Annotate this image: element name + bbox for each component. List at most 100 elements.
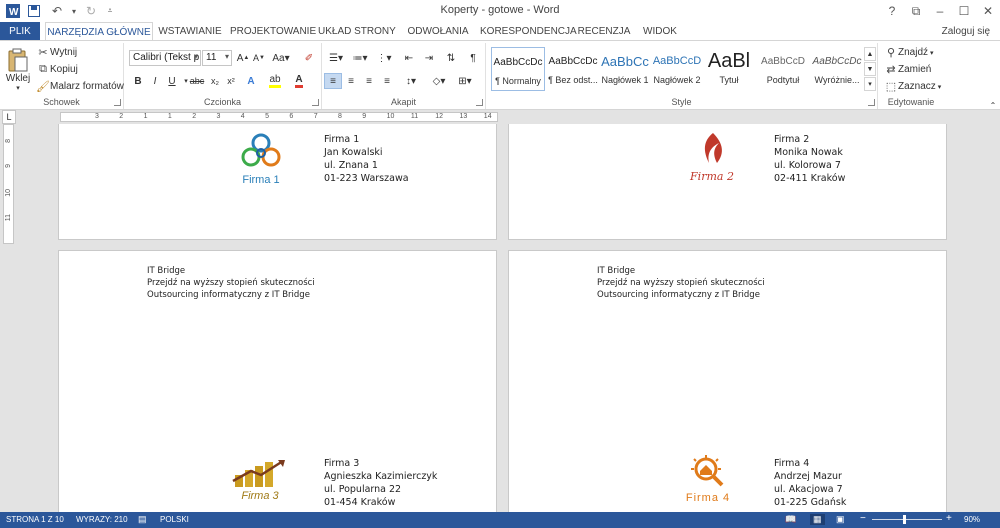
zoom-slider[interactable] bbox=[872, 519, 942, 520]
brush-icon: 🖌 bbox=[36, 81, 50, 93]
style-emphasis[interactable]: AaBbCcDc Wyróżnie... bbox=[810, 47, 864, 91]
font-size-value: 11 bbox=[206, 52, 217, 63]
font-size-combo[interactable]: 11 ▾ bbox=[202, 50, 232, 66]
shading-icon[interactable]: ◇▾ bbox=[428, 73, 450, 89]
clear-formatting-icon[interactable]: ✐ bbox=[300, 50, 318, 66]
recipient-name: Monika Nowak bbox=[774, 147, 843, 158]
copy-label: Kopiuj bbox=[50, 64, 78, 75]
sender-company: IT Bridge bbox=[147, 266, 186, 276]
tab-mailings[interactable]: KORESPONDENCJA bbox=[480, 22, 577, 41]
language-indicator[interactable]: POLSKI bbox=[160, 515, 189, 524]
multilevel-list-icon[interactable]: ⋮▾ bbox=[374, 50, 394, 66]
zoom-slider-thumb[interactable] bbox=[902, 515, 906, 524]
bold-icon[interactable]: B bbox=[129, 73, 147, 89]
style-name: Nagłówek 1 bbox=[601, 75, 649, 85]
vertical-ruler-mark: 8 bbox=[5, 139, 12, 143]
envelope-3[interactable]: IT Bridge Przejdź na wyższy stopień skut… bbox=[58, 250, 497, 512]
vertical-ruler[interactable]: 8 9 10 11 bbox=[3, 124, 14, 244]
line-spacing-icon[interactable]: ↕▾ bbox=[400, 73, 422, 89]
print-layout-icon[interactable]: ▦ bbox=[810, 514, 825, 525]
recipient-name: Agnieszka Kazimierczyk bbox=[324, 471, 438, 482]
style-preview: AaBbCcD bbox=[761, 55, 805, 67]
recipient-city: 01-223 Warszawa bbox=[324, 173, 409, 184]
cut-button[interactable]: ✂ Wytnij bbox=[36, 46, 77, 59]
zoom-in-icon[interactable]: + bbox=[946, 513, 952, 524]
numbering-icon[interactable]: ≔▾ bbox=[350, 50, 370, 66]
clipboard-dialog-launcher-icon[interactable] bbox=[114, 99, 121, 106]
justify-icon[interactable]: ≡ bbox=[378, 73, 396, 89]
style-normal[interactable]: AaBbCcDc ¶ Normalny bbox=[491, 47, 545, 91]
style-subtitle[interactable]: AaBbCcD Podtytuł bbox=[756, 47, 810, 91]
borders-icon[interactable]: ⊞▾ bbox=[454, 73, 476, 89]
paste-button[interactable]: Wklej ▾ bbox=[4, 47, 32, 92]
font-color-icon[interactable]: A bbox=[290, 73, 308, 89]
font-dialog-launcher-icon[interactable] bbox=[312, 99, 319, 106]
highlight-icon[interactable]: ab bbox=[266, 73, 284, 89]
zoom-out-icon[interactable]: − bbox=[860, 513, 866, 524]
tab-design[interactable]: PROJEKTOWANIE bbox=[230, 22, 316, 41]
italic-icon[interactable]: I bbox=[146, 73, 164, 89]
style-heading-1[interactable]: AaBbCc Nagłówek 1 bbox=[598, 47, 652, 91]
format-painter-button[interactable]: 🖌 Malarz formatów bbox=[36, 80, 124, 93]
document-area[interactable]: Firma 1 Firma 1 Jan Kowalski ul. Znana 1… bbox=[14, 124, 1000, 512]
bullets-icon[interactable]: ☰▾ bbox=[326, 50, 346, 66]
minimize-icon[interactable]: – bbox=[928, 0, 952, 22]
replace-button[interactable]: ⇄ Zamień bbox=[884, 63, 931, 76]
shrink-font-icon[interactable]: A ▼ bbox=[250, 50, 268, 66]
tab-file[interactable]: PLIK bbox=[0, 22, 40, 41]
copy-button[interactable]: ⧉ Kopiuj bbox=[36, 63, 78, 76]
tab-view[interactable]: WIDOK bbox=[640, 22, 680, 41]
tab-layout[interactable]: UKŁAD STRONY bbox=[318, 22, 396, 41]
styles-more-icon[interactable]: ▾ bbox=[864, 77, 876, 91]
horizontal-ruler[interactable]: L 3 2 1 1 2 3 4 5 6 7 8 9 10 11 12 13 14 bbox=[0, 110, 1000, 124]
align-left-icon[interactable]: ≡ bbox=[324, 73, 342, 89]
styles-scroll-down-icon[interactable]: ▼ bbox=[864, 62, 876, 76]
styles-dialog-launcher-icon[interactable] bbox=[868, 99, 875, 106]
paragraph-label: Akapit bbox=[390, 97, 416, 107]
zoom-level[interactable]: 90% bbox=[964, 515, 980, 524]
style-title[interactable]: AaBl Tytuł bbox=[702, 47, 756, 91]
paragraph-dialog-launcher-icon[interactable] bbox=[476, 99, 483, 106]
styles-scroll-up-icon[interactable]: ▲ bbox=[864, 47, 876, 61]
tab-review[interactable]: RECENZJA bbox=[576, 22, 632, 41]
copy-icon: ⧉ bbox=[39, 63, 47, 75]
paste-label: Wklej bbox=[5, 73, 31, 84]
tab-home[interactable]: NARZĘDZIA GŁÓWNE bbox=[45, 22, 153, 42]
envelope-1[interactable]: Firma 1 Firma 1 Jan Kowalski ul. Znana 1… bbox=[58, 124, 497, 240]
title-bar: W ↶ ▾ ↻ ⩡ Koperty - gotowe - Word ? ⧉ – … bbox=[0, 0, 1000, 22]
show-formatting-icon[interactable]: ¶ bbox=[464, 50, 482, 66]
logo-caption: Firma 4 bbox=[685, 492, 731, 504]
tab-references[interactable]: ODWOŁANIA bbox=[404, 22, 472, 41]
read-mode-icon[interactable]: 📖 bbox=[785, 514, 796, 525]
font-name-combo[interactable]: Calibri (Tekst p ▾ bbox=[129, 50, 201, 66]
strikethrough-icon[interactable]: abc bbox=[188, 73, 206, 89]
change-case-icon[interactable]: Aa▾ bbox=[270, 50, 292, 66]
close-icon[interactable]: ✕ bbox=[976, 0, 1000, 22]
page-counter[interactable]: STRONA 1 Z 10 bbox=[6, 515, 64, 524]
envelope-2[interactable]: Firma 2 Firma 2 Monika Nowak ul. Kolorow… bbox=[508, 124, 947, 240]
web-layout-icon[interactable]: ▣ bbox=[836, 514, 845, 525]
tab-selector-icon[interactable]: L bbox=[2, 110, 16, 124]
tab-insert[interactable]: WSTAWIANIE bbox=[158, 22, 222, 41]
style-no-spacing[interactable]: AaBbCcDc ¶ Bez odst... bbox=[546, 47, 600, 91]
superscript-icon[interactable]: x² bbox=[222, 73, 240, 89]
login-link[interactable]: Zaloguj się bbox=[942, 26, 990, 37]
select-button[interactable]: ⬚ Zaznacz ▾ bbox=[884, 80, 942, 93]
increase-indent-icon[interactable]: ⇥ bbox=[420, 50, 438, 66]
select-icon: ⬚ bbox=[885, 81, 897, 93]
maximize-icon[interactable]: ☐ bbox=[952, 0, 976, 22]
decrease-indent-icon[interactable]: ⇤ bbox=[400, 50, 418, 66]
align-center-icon[interactable]: ≡ bbox=[342, 73, 360, 89]
logo-flame-icon bbox=[704, 133, 722, 163]
ribbon-display-icon[interactable]: ⧉ bbox=[904, 0, 928, 22]
help-icon[interactable]: ? bbox=[880, 0, 904, 22]
sort-icon[interactable]: ⇅ bbox=[442, 50, 460, 66]
style-preview: AaBbCcD bbox=[652, 55, 702, 67]
find-button[interactable]: ⚲ Znajdź ▾ bbox=[884, 46, 934, 59]
proofing-icon[interactable]: ▤ bbox=[138, 514, 147, 525]
word-count[interactable]: WYRAZY: 210 bbox=[76, 515, 128, 524]
style-heading-2[interactable]: AaBbCcD Nagłówek 2 bbox=[650, 47, 704, 91]
envelope-4[interactable]: IT Bridge Przejdź na wyższy stopień skut… bbox=[508, 250, 947, 512]
text-effects-icon[interactable]: A bbox=[242, 73, 260, 89]
align-right-icon[interactable]: ≡ bbox=[360, 73, 378, 89]
